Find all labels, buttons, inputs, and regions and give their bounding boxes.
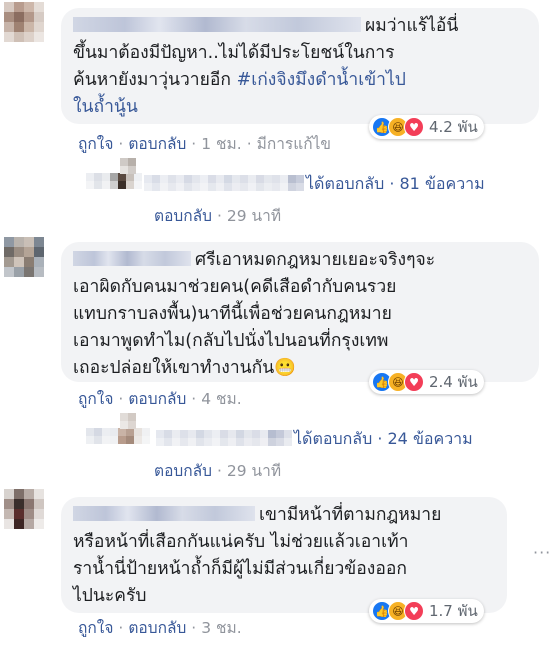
comment-text-line: ศรีเอาหมดกฎหมายเยอะจริงๆจะ (195, 250, 436, 270)
comment-text-line: เอามาพูดทำไม(กลับไปนั่งไปนอนที่กรุงเทพ (73, 331, 389, 351)
timestamp[interactable]: 1 ชม. (201, 135, 241, 153)
comment-text-line: เอาผิดกับคนมาช่วยคน(คดีเสือดำกับคนรวย (73, 277, 397, 297)
reply-link[interactable]: ตอบกลับ (128, 135, 186, 153)
love-icon: ♥ (404, 601, 424, 621)
reply-avatars[interactable] (86, 428, 150, 444)
timestamp[interactable]: 29 นาที (227, 462, 281, 480)
timestamp[interactable]: 4 ชม. (201, 390, 241, 408)
comment-actions: ถูกใจ · ตอบกลับ · 1 ชม. · มีการแก้ไข (78, 135, 332, 153)
comment-bubble: เขามีหน้าที่ตามกฎหมาย หรือหน้าที่เสือกกั… (61, 497, 507, 613)
reaction-summary[interactable]: 👍 😆 ♥ 1.7 พัน (369, 599, 484, 623)
reaction-count: 2.4 พัน (429, 373, 478, 391)
view-replies-link[interactable]: ได้ตอบกลับ · 81 ข้อความ (306, 172, 485, 197)
view-replies-link[interactable]: ได้ตอบกลับ · 24 ข้อความ (294, 427, 473, 452)
more-options-icon[interactable]: ··· (533, 543, 551, 562)
comment-text-line: ราน้ำนี่ป้ายหน้าถ้ำก็มีผู้ไม่มีส่วนเกี่ย… (73, 559, 407, 579)
reaction-summary[interactable]: 👍 😆 ♥ 2.4 พัน (369, 370, 484, 394)
like-link[interactable]: ถูกใจ (78, 390, 113, 408)
reply-link[interactable]: ตอบกลับ (128, 619, 186, 637)
comment-text-line: ผมว่าแร้ไอ้นี่ (365, 16, 459, 36)
reply-actions: ตอบกลับ · 29 นาที (154, 207, 282, 225)
avatar[interactable] (4, 237, 44, 277)
commenter-name[interactable] (73, 251, 191, 266)
replier-names[interactable] (156, 430, 292, 446)
reply-actions: ตอบกลับ · 29 นาที (154, 462, 282, 480)
replier-names[interactable] (144, 175, 304, 191)
commenter-name[interactable] (73, 506, 255, 521)
comment-text-line: เขามีหน้าที่ตามกฎหมาย (259, 505, 442, 525)
timestamp[interactable]: 3 ชม. (201, 619, 241, 637)
comment-text-line: หรือหน้าที่เสือกกันแน่ครับ ไม่ช่วยแล้วเอ… (73, 532, 409, 552)
comment-bubble: ศรีเอาหมดกฎหมายเยอะจริงๆจะ เอาผิดกับคนมา… (61, 242, 539, 382)
love-icon: ♥ (404, 117, 424, 137)
love-icon: ♥ (404, 372, 424, 392)
reaction-summary[interactable]: 👍 😆 ♥ 4.2 พัน (369, 115, 484, 139)
edited-label[interactable]: มีการแก้ไข (257, 135, 331, 153)
commenter-name[interactable] (73, 17, 361, 32)
hashtag-link-continued[interactable]: ในถ้ำนู้น (73, 97, 138, 117)
grimace-emoji: 😬 (274, 358, 296, 378)
comment-text-line: แทบกราบลงพื้น)นาทีนี้เพื่อช่วยคนกฎหมาย (73, 304, 392, 324)
comment-text-line: ขึ้นมาต้องมีปัญหา..ไม่ได้มีประโยชน์ในการ (73, 43, 395, 63)
comment-bubble: ผมว่าแร้ไอ้นี่ ขึ้นมาต้องมีปัญหา..ไม่ได้… (61, 8, 539, 124)
timestamp[interactable]: 29 นาที (227, 207, 281, 225)
comment-text-line: ไปนะครับ (73, 586, 147, 606)
like-link[interactable]: ถูกใจ (78, 619, 113, 637)
comment-actions: ถูกใจ · ตอบกลับ · 3 ชม. (78, 619, 242, 637)
reply-link[interactable]: ตอบกลับ (154, 207, 212, 225)
reaction-count: 4.2 พัน (429, 118, 478, 136)
reply-avatar[interactable] (120, 158, 136, 174)
comment-actions: ถูกใจ · ตอบกลับ · 4 ชม. (78, 390, 242, 408)
reply-avatars[interactable] (86, 173, 142, 189)
reaction-count: 1.7 พัน (429, 602, 478, 620)
like-link[interactable]: ถูกใจ (78, 135, 113, 153)
avatar[interactable] (4, 489, 44, 529)
comment-text-line: เถอะปล่อยให้เขาทำงานกัน (73, 358, 275, 378)
reply-avatar[interactable] (120, 413, 136, 429)
reply-link[interactable]: ตอบกลับ (128, 390, 186, 408)
avatar[interactable] (4, 2, 44, 42)
reply-link[interactable]: ตอบกลับ (154, 462, 212, 480)
comment-text-line: ค้นหายังมาวุ่นวายอีก (73, 70, 237, 90)
hashtag-link[interactable]: #เก่งจิงมึงดำน้ำเข้าไป (237, 70, 406, 90)
